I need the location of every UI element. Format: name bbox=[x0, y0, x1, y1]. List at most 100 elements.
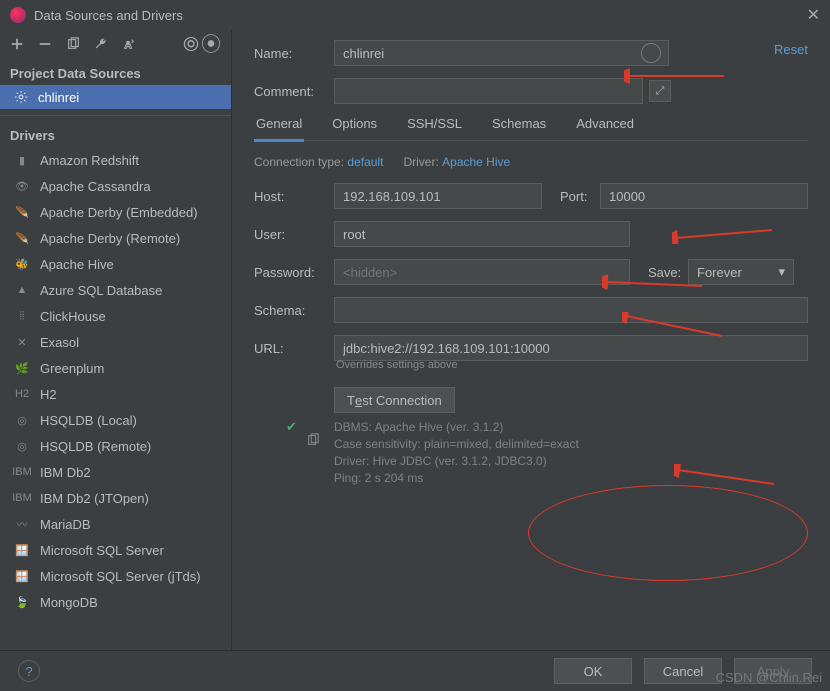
reset-link[interactable]: Reset bbox=[774, 42, 808, 57]
driver-icon: H2 bbox=[14, 386, 30, 402]
password-label: Password: bbox=[254, 265, 334, 280]
datasource-item-chlinrei[interactable]: chlinrei bbox=[0, 85, 231, 109]
driver-item[interactable]: 🪶 Apache Derby (Remote) bbox=[0, 225, 231, 251]
driver-label: Amazon Redshift bbox=[40, 153, 139, 168]
driver-label: H2 bbox=[40, 387, 57, 402]
name-input[interactable] bbox=[334, 40, 669, 66]
datasource-label: chlinrei bbox=[38, 90, 79, 105]
driver-label: HSQLDB (Local) bbox=[40, 413, 137, 428]
tab-options[interactable]: Options bbox=[330, 116, 379, 140]
remove-icon[interactable] bbox=[38, 37, 52, 54]
name-label: Name: bbox=[254, 46, 334, 61]
driver-item[interactable]: ▮ Amazon Redshift bbox=[0, 147, 231, 173]
tabs: General Options SSH/SSL Schemas Advanced bbox=[254, 116, 808, 141]
driver-item[interactable]: ▲ Azure SQL Database bbox=[0, 277, 231, 303]
add-icon[interactable] bbox=[10, 37, 24, 54]
tab-schemas[interactable]: Schemas bbox=[490, 116, 548, 140]
save-label: Save: bbox=[648, 265, 688, 280]
port-label: Port: bbox=[560, 189, 600, 204]
sidebar: ⦾ ⦿ Project Data Sources chlinrei Driver… bbox=[0, 30, 232, 650]
title-bar: Data Sources and Drivers ✕ bbox=[0, 0, 830, 30]
driver-item[interactable]: 🐝Apache Hive bbox=[0, 251, 231, 277]
test-connection-button[interactable]: Test Connection bbox=[334, 387, 455, 413]
schema-label: Schema: bbox=[254, 303, 334, 318]
driver-label: Apache Derby (Remote) bbox=[40, 231, 180, 246]
driver-item[interactable]: IBM IBM Db2 bbox=[0, 459, 231, 485]
driver-label: ClickHouse bbox=[40, 309, 106, 324]
driver-icon: ◎ bbox=[14, 438, 30, 454]
app-icon bbox=[10, 7, 26, 23]
driver-icon: 🪶 bbox=[14, 204, 30, 220]
content-pane: Reset Name: Comment: ⤢ General Options SSH… bbox=[232, 30, 830, 650]
comment-label: Comment: bbox=[254, 84, 334, 99]
chevron-down-icon: ▾ bbox=[778, 264, 785, 280]
user-label: User: bbox=[254, 227, 334, 242]
connection-subheader: Connection type: default Driver: Apache … bbox=[254, 155, 808, 169]
tab-ssh-ssl[interactable]: SSH/SSL bbox=[405, 116, 464, 140]
gear-icon bbox=[14, 90, 28, 104]
driver-item[interactable]: 🍃MongoDB bbox=[0, 589, 231, 615]
comment-input[interactable] bbox=[334, 78, 643, 104]
annotation-ellipse bbox=[528, 485, 808, 581]
driver-icon: 🪟 bbox=[14, 568, 30, 584]
driver-link[interactable]: Apache Hive bbox=[442, 155, 510, 169]
driver-icon: ✕ bbox=[14, 334, 30, 350]
schema-input[interactable] bbox=[334, 297, 808, 323]
driver-item[interactable]: 🪟 Microsoft SQL Server (jTds) bbox=[0, 563, 231, 589]
driver-icon: 🌿 bbox=[14, 360, 30, 376]
wrench-icon[interactable] bbox=[94, 37, 108, 54]
driver-label: Apache Derby (Embedded) bbox=[40, 205, 198, 220]
driver-label: IBM Db2 bbox=[40, 465, 91, 480]
cancel-button[interactable]: Cancel bbox=[644, 658, 722, 684]
collapse-icon[interactable]: ⦿ bbox=[201, 38, 221, 52]
driver-label: Microsoft SQL Server (jTds) bbox=[40, 569, 201, 584]
dialog-footer: ? OK Cancel Apply bbox=[0, 650, 830, 691]
copy-icon[interactable] bbox=[66, 37, 80, 54]
driver-item[interactable]: 🪟Microsoft SQL Server bbox=[0, 537, 231, 563]
copy-result-icon[interactable] bbox=[306, 433, 320, 450]
driver-icon: 🪶 bbox=[14, 230, 30, 246]
driver-label: Apache Cassandra bbox=[40, 179, 151, 194]
expand-icon[interactable]: ⦾ bbox=[183, 38, 199, 52]
driver-icon: ▮ bbox=[14, 152, 30, 168]
driver-label: Azure SQL Database bbox=[40, 283, 162, 298]
driver-item[interactable]: ◎HSQLDB (Local) bbox=[0, 407, 231, 433]
reset-driver-icon[interactable] bbox=[122, 37, 136, 54]
host-input[interactable] bbox=[334, 183, 542, 209]
password-input[interactable] bbox=[334, 259, 630, 285]
ok-button[interactable]: OK bbox=[554, 658, 632, 684]
driver-item[interactable]: 👁Apache Cassandra bbox=[0, 173, 231, 199]
section-drivers: Drivers bbox=[0, 122, 231, 147]
driver-label: Microsoft SQL Server bbox=[40, 543, 164, 558]
driver-item[interactable]: ◎HSQLDB (Remote) bbox=[0, 433, 231, 459]
port-input[interactable] bbox=[600, 183, 808, 209]
driver-item[interactable]: 〰 MariaDB bbox=[0, 511, 231, 537]
expand-comment-icon[interactable]: ⤢ bbox=[649, 80, 671, 102]
driver-icon: 〰 bbox=[14, 516, 30, 532]
driver-item[interactable]: ✕ Exasol bbox=[0, 329, 231, 355]
save-select[interactable]: Forever▾ bbox=[688, 259, 794, 285]
sidebar-toolbar: ⦾ ⦿ bbox=[0, 30, 231, 60]
tab-general[interactable]: General bbox=[254, 116, 304, 142]
close-icon[interactable]: ✕ bbox=[807, 5, 820, 25]
connection-result: ✔ DBMS: Apache Hive (ver. 3.1.2) Case se… bbox=[334, 419, 808, 487]
help-icon[interactable]: ? bbox=[18, 660, 40, 682]
driver-label: Greenplum bbox=[40, 361, 104, 376]
driver-item[interactable]: ⦙⦙ ClickHouse bbox=[0, 303, 231, 329]
window-title: Data Sources and Drivers bbox=[34, 8, 183, 23]
driver-item[interactable]: 🌿 Greenplum bbox=[0, 355, 231, 381]
driver-label: MariaDB bbox=[40, 517, 91, 532]
driver-item[interactable]: H2 H2 bbox=[0, 381, 231, 407]
connection-type-link[interactable]: default bbox=[347, 155, 383, 169]
user-input[interactable] bbox=[334, 221, 630, 247]
tab-advanced[interactable]: Advanced bbox=[574, 116, 636, 140]
driver-item[interactable]: IBMIBM Db2 (JTOpen) bbox=[0, 485, 231, 511]
driver-icon: ▲ bbox=[14, 282, 30, 298]
drivers-list: ▮ Amazon Redshift 👁Apache Cassandra 🪶 Apache… bbox=[0, 147, 231, 650]
driver-item[interactable]: 🪶 Apache Derby (Embedded) bbox=[0, 199, 231, 225]
driver-icon: ⦙⦙ bbox=[14, 308, 30, 324]
driver-icon: IBM bbox=[14, 464, 30, 480]
section-project-data-sources: Project Data Sources bbox=[0, 60, 231, 85]
driver-label: Exasol bbox=[40, 335, 79, 350]
url-input[interactable] bbox=[334, 335, 808, 361]
